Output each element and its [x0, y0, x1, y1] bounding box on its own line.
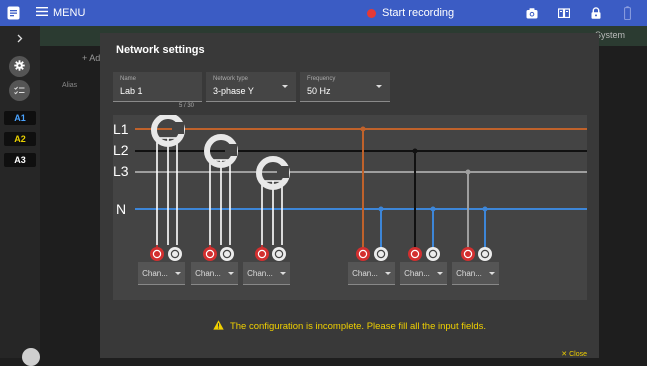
channel-select-6[interactable]: Chan... — [452, 262, 499, 285]
channel-select-label: Chan... — [404, 268, 430, 278]
line-label-l2: L2 — [113, 142, 129, 158]
settings-button[interactable] — [9, 56, 30, 77]
channel-select-3[interactable]: Chan... — [243, 262, 290, 285]
channel-select-label: Chan... — [142, 268, 168, 278]
dropdown-arrow-icon — [384, 271, 391, 275]
menu-label: MENU — [53, 7, 86, 19]
dropdown-arrow-icon — [376, 85, 382, 88]
name-field-label: Name — [120, 76, 137, 82]
close-label: Close — [569, 351, 587, 358]
input-terminal-icon — [408, 247, 440, 261]
name-field-value: Lab 1 — [120, 86, 143, 96]
input-terminal-icon — [356, 247, 388, 261]
frequency-label: Frequency — [307, 76, 336, 82]
background-add-button: + Ad — [82, 53, 101, 63]
top-bar: MENU Start recording — [0, 0, 647, 26]
channel-select-label: Chan... — [456, 268, 482, 278]
warning-text: The configuration is incomplete. Please … — [229, 321, 487, 332]
dropdown-arrow-icon — [282, 85, 288, 88]
line-label-n: N — [116, 201, 126, 217]
line-label-l1: L1 — [113, 121, 129, 137]
channel-select-5[interactable]: Chan... — [400, 262, 447, 285]
close-icon: ✕ — [561, 351, 568, 358]
network-type-value: 3-phase Y — [213, 86, 254, 96]
dropdown-arrow-icon — [227, 271, 234, 275]
menu-button[interactable]: MENU — [36, 7, 85, 19]
input-terminal-icon — [461, 247, 492, 261]
dropdown-arrow-icon — [174, 271, 181, 275]
gear-icon — [14, 58, 25, 76]
checklist-button[interactable] — [9, 80, 30, 101]
input-terminal-icon — [203, 247, 234, 261]
sidebar: A1 A2 A3 — [0, 26, 40, 366]
input-terminal-icon — [150, 247, 182, 261]
input-terminal-icon — [255, 247, 286, 261]
line-label-l3: L3 — [113, 163, 129, 179]
frequency-value: 50 Hz — [307, 86, 331, 96]
record-dot-icon — [367, 8, 376, 18]
battery-icon — [617, 3, 638, 24]
channel-select-label: Chan... — [247, 268, 273, 278]
warning-icon — [213, 320, 224, 333]
document-icon[interactable] — [0, 0, 26, 26]
dropdown-arrow-icon — [279, 271, 286, 275]
channel-a3[interactable]: A3 — [4, 153, 36, 167]
dropdown-arrow-icon — [436, 271, 443, 275]
network-settings-dialog: Network settings Name Lab 1 5 / 30 Netwo… — [100, 33, 599, 358]
channel-select-4[interactable]: Chan... — [348, 262, 395, 285]
frequency-select[interactable]: Frequency 50 Hz — [300, 72, 390, 102]
book-icon[interactable] — [553, 3, 574, 24]
background-alias-label: Alias — [62, 82, 78, 89]
camera-icon[interactable] — [521, 3, 542, 24]
name-char-counter: 5 / 30 — [179, 103, 195, 109]
channel-a1[interactable]: A1 — [4, 111, 36, 125]
close-button[interactable]: ✕ Close — [561, 350, 587, 358]
channel-a2[interactable]: A2 — [4, 132, 36, 146]
dialog-title: Network settings — [116, 44, 205, 56]
channel-select-label: Chan... — [195, 268, 221, 278]
background-system-tab: System — [595, 30, 626, 40]
recording-label: Start recording — [382, 7, 455, 19]
checklist-icon — [14, 82, 25, 100]
channel-select-label: Chan... — [352, 268, 378, 278]
chevron-right-icon[interactable] — [13, 32, 27, 44]
dropdown-arrow-icon — [488, 271, 495, 275]
incomplete-config-warning: The configuration is incomplete. Please … — [100, 320, 599, 333]
hamburger-icon — [36, 7, 48, 19]
channel-select-1[interactable]: Chan... — [138, 262, 185, 285]
help-button[interactable] — [22, 348, 40, 366]
channel-select-2[interactable]: Chan... — [191, 262, 238, 285]
name-field[interactable]: Name Lab 1 — [113, 72, 202, 102]
start-recording-button[interactable]: Start recording — [367, 0, 454, 26]
network-type-label: Network type — [213, 76, 249, 82]
lock-icon[interactable] — [585, 3, 606, 24]
network-type-select[interactable]: Network type 3-phase Y — [206, 72, 296, 102]
